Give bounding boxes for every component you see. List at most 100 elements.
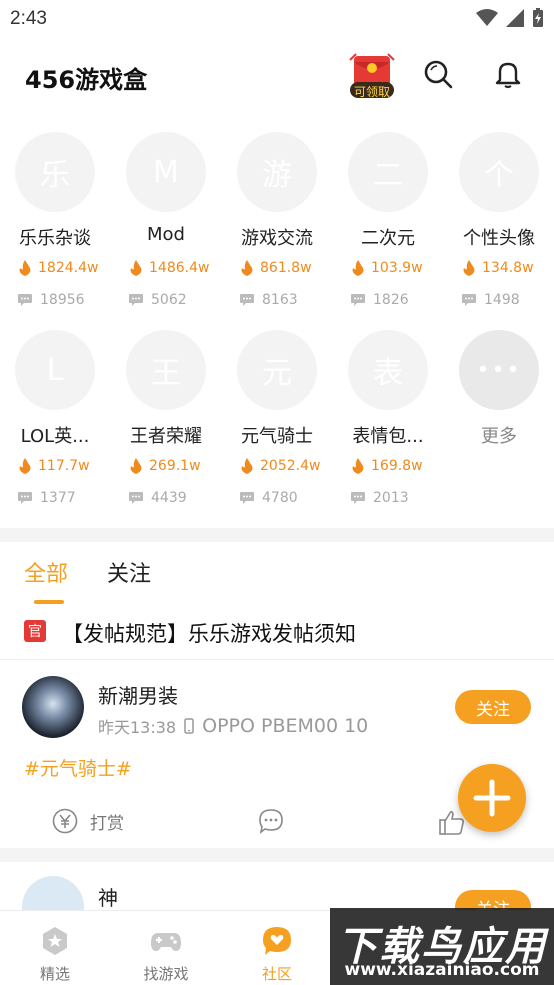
redpacket-button[interactable]: 可领取 bbox=[344, 52, 400, 100]
post-count: 18956 bbox=[40, 292, 85, 308]
app-header: 456游戏盒 可领取 bbox=[0, 40, 554, 114]
flame-icon bbox=[463, 260, 475, 276]
post-time: 昨天13:38 bbox=[98, 718, 177, 737]
avatar[interactable] bbox=[22, 676, 84, 738]
heat-value: 269.1w bbox=[149, 458, 201, 474]
post-meta: 昨天13:38 OPPO PBEM00 10 bbox=[98, 714, 368, 738]
forum-heat: 103.9w bbox=[351, 260, 423, 276]
post-count: 4780 bbox=[262, 490, 298, 506]
reward-button[interactable]: 打赏 bbox=[52, 808, 124, 834]
flame-icon bbox=[130, 458, 142, 474]
signal-icon bbox=[506, 9, 524, 27]
bell-icon bbox=[495, 62, 521, 89]
forum-avatar: 二 bbox=[348, 132, 428, 212]
forum-heat: 134.8w bbox=[462, 260, 534, 276]
comment-count-icon bbox=[18, 294, 32, 306]
forum-name: 王者荣耀 bbox=[130, 426, 202, 447]
forum-name: 表情包... bbox=[352, 426, 424, 447]
forum-posts: 1826 bbox=[351, 292, 409, 308]
status-icons bbox=[476, 8, 544, 28]
tab-indicator bbox=[34, 600, 64, 604]
nav-label: 找游戏 bbox=[143, 965, 189, 983]
forum-avatar: M bbox=[126, 132, 206, 212]
post-author[interactable]: 神 bbox=[98, 882, 118, 911]
comment-count-icon bbox=[129, 492, 143, 504]
comment-count-icon bbox=[18, 492, 32, 504]
section-divider bbox=[0, 528, 554, 542]
yen-coin-icon bbox=[52, 808, 78, 834]
comment-count-icon bbox=[240, 492, 254, 504]
chat-bubble-icon bbox=[263, 927, 291, 955]
flame-icon bbox=[241, 458, 253, 474]
post-count: 8163 bbox=[262, 292, 298, 308]
forum-item[interactable]: 个 个性头像 134.8w 1498 bbox=[444, 128, 554, 318]
avatar[interactable] bbox=[22, 876, 84, 912]
redpacket-label: 可领取 bbox=[353, 85, 390, 99]
more-label: 更多 bbox=[481, 426, 517, 447]
forum-name: 个性头像 bbox=[463, 228, 535, 249]
forum-posts: 1498 bbox=[462, 292, 520, 308]
post-tag[interactable]: #元气骑士# bbox=[24, 754, 132, 781]
forum-item[interactable]: 二 二次元 103.9w 1826 bbox=[333, 128, 443, 318]
heat-value: 134.8w bbox=[482, 260, 534, 276]
reward-label: 打赏 bbox=[90, 813, 124, 834]
follow-button[interactable]: 关注 bbox=[455, 690, 531, 724]
forum-posts: 1377 bbox=[18, 490, 76, 506]
forum-item[interactable]: M Mod 1486.4w 5062 bbox=[111, 128, 221, 318]
nav-item-community[interactable]: 社区 bbox=[222, 921, 332, 983]
forum-item[interactable]: 元 元气骑士 2052.4w 4780 bbox=[222, 326, 332, 516]
nav-label: 精选 bbox=[39, 965, 70, 983]
tab-all[interactable]: 全部 bbox=[24, 556, 68, 588]
post-device: OPPO PBEM00 10 bbox=[202, 715, 369, 737]
comment-count-icon bbox=[129, 294, 143, 306]
forum-name: 乐乐杂谈 bbox=[19, 228, 91, 249]
post-card[interactable]: 神 关注 bbox=[0, 862, 554, 912]
comment-button[interactable] bbox=[258, 808, 284, 838]
forum-heat: 861.8w bbox=[240, 260, 312, 276]
create-post-button[interactable] bbox=[458, 764, 526, 832]
tab-following[interactable]: 关注 bbox=[107, 556, 151, 588]
nav-label: 社区 bbox=[261, 965, 292, 983]
post-count: 4439 bbox=[151, 490, 187, 506]
forum-avatar: 游 bbox=[237, 132, 317, 212]
flame-icon bbox=[130, 260, 142, 276]
status-bar: 2:43 bbox=[0, 0, 554, 38]
comment-count-icon bbox=[351, 294, 365, 306]
heat-value: 169.8w bbox=[371, 458, 423, 474]
forum-heat: 2052.4w bbox=[240, 458, 320, 474]
forum-name: 二次元 bbox=[361, 228, 415, 249]
forum-avatar: 乐 bbox=[15, 132, 95, 212]
post-author[interactable]: 新潮男装 bbox=[98, 680, 178, 709]
more-forums-button[interactable]: ••• 更多 bbox=[444, 326, 554, 516]
post-count: 1377 bbox=[40, 490, 76, 506]
heat-value: 1486.4w bbox=[149, 260, 210, 276]
forum-item[interactable]: 乐 乐乐杂谈 1824.4w 18956 bbox=[0, 128, 110, 318]
heat-value: 861.8w bbox=[260, 260, 312, 276]
forum-item[interactable]: 游 游戏交流 861.8w 8163 bbox=[222, 128, 332, 318]
notification-button[interactable] bbox=[490, 56, 526, 92]
nav-item-featured[interactable]: 精选 bbox=[0, 921, 110, 983]
heat-value: 103.9w bbox=[371, 260, 423, 276]
more-icon: ••• bbox=[459, 330, 539, 410]
forum-name: LOL英... bbox=[20, 426, 90, 447]
forum-heat: 1824.4w bbox=[18, 260, 98, 276]
forum-posts: 18956 bbox=[18, 292, 85, 308]
flame-icon bbox=[241, 260, 253, 276]
forum-avatar: 个 bbox=[459, 132, 539, 212]
comment-count-icon bbox=[351, 492, 365, 504]
forum-posts: 8163 bbox=[240, 292, 298, 308]
notice-title: 【发帖规范】乐乐游戏发帖须知 bbox=[62, 622, 356, 646]
forum-name: Mod bbox=[147, 224, 185, 245]
heat-value: 117.7w bbox=[38, 458, 90, 474]
forum-item[interactable]: 王 王者荣耀 269.1w 4439 bbox=[111, 326, 221, 516]
post-count: 2013 bbox=[373, 490, 409, 506]
forum-heat: 1486.4w bbox=[129, 260, 209, 276]
forum-item[interactable]: 表 表情包... 169.8w 2013 bbox=[333, 326, 443, 516]
forum-item[interactable]: L LOL英... 117.7w 1377 bbox=[0, 326, 110, 516]
forum-avatar: L bbox=[15, 330, 95, 410]
official-badge: 官 bbox=[24, 620, 46, 642]
nav-item-find-games[interactable]: 找游戏 bbox=[111, 921, 221, 983]
app-title: 456游戏盒 bbox=[25, 66, 148, 94]
pinned-notice[interactable]: 官 【发帖规范】乐乐游戏发帖须知 bbox=[0, 610, 554, 660]
search-button[interactable] bbox=[420, 56, 456, 92]
